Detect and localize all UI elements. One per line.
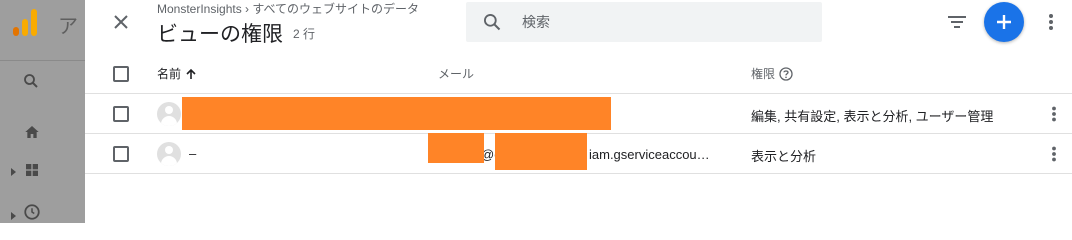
filter-button[interactable] — [943, 10, 971, 34]
select-all-checkbox[interactable] — [113, 66, 129, 82]
redaction-block — [495, 133, 587, 170]
add-icon — [997, 15, 1011, 29]
column-header-email[interactable]: メール — [438, 65, 474, 82]
user-email-domain: iam.gserviceaccou… — [589, 147, 710, 162]
row-checkbox[interactable] — [113, 106, 129, 122]
more-vert-icon — [1052, 146, 1056, 162]
close-icon — [114, 15, 128, 29]
analytics-logo-icon — [13, 8, 39, 36]
view-permissions-panel: MonsterInsights › すべてのウェブサイトのデータ ビューの権限 … — [85, 0, 1072, 223]
user-permissions: 表示と分析 — [751, 149, 817, 164]
expand-arrow-icon — [10, 164, 18, 182]
background-divider — [0, 60, 85, 61]
person-icon — [157, 142, 181, 166]
filter-icon — [948, 16, 966, 28]
search-icon — [482, 11, 504, 33]
column-header-permissions: 権限 — [751, 65, 793, 82]
search-icon — [22, 72, 40, 95]
dashboard-icon — [24, 162, 40, 183]
user-permissions: 編集, 共有設定, 表示と分析, ユーザー管理 — [751, 109, 994, 124]
redaction-block — [182, 97, 611, 130]
row-more-button[interactable] — [1043, 143, 1065, 165]
more-vert-icon — [1049, 14, 1053, 30]
clock-icon — [23, 203, 41, 226]
background-app-title: ア — [58, 16, 78, 38]
row-count: 2 行 — [293, 27, 316, 41]
table-row[interactable]: – @c iam.gserviceaccou… 表示と分析 — [85, 133, 1072, 174]
person-icon — [157, 102, 181, 126]
redaction-block — [428, 133, 484, 163]
more-vert-icon — [1052, 106, 1056, 122]
breadcrumb: MonsterInsights › すべてのウェブサイトのデータ — [157, 2, 420, 16]
close-button[interactable] — [107, 8, 135, 36]
row-checkbox[interactable] — [113, 146, 129, 162]
arrow-upward-icon — [186, 68, 196, 79]
search-bar[interactable] — [466, 2, 822, 42]
home-icon — [24, 124, 40, 145]
more-options-button[interactable] — [1039, 10, 1063, 34]
add-user-button[interactable] — [984, 2, 1024, 42]
table-row[interactable]: 編集, 共有設定, 表示と分析, ユーザー管理 — [85, 94, 1072, 134]
help-outline-icon[interactable] — [779, 66, 793, 81]
user-name: – — [189, 146, 197, 161]
column-header-name[interactable]: 名前 — [157, 65, 197, 82]
expand-arrow-icon — [10, 208, 18, 226]
permissions-table: 名前 メール 権限 編集, 共有設定, 表示と分析, ユーザー管理 – @c i… — [85, 52, 1072, 174]
page-title: ビューの権限 — [157, 23, 283, 46]
table-header: 名前 メール 権限 — [85, 52, 1072, 94]
search-input[interactable] — [522, 14, 802, 30]
row-more-button[interactable] — [1043, 103, 1065, 125]
